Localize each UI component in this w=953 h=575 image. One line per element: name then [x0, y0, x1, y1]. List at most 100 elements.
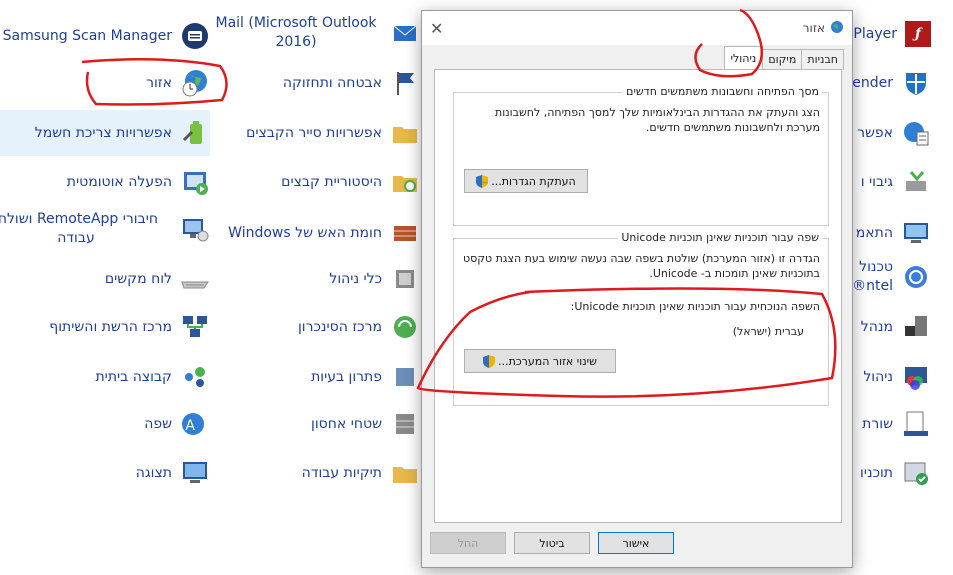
admin-tools-icon: [390, 264, 420, 294]
cp-item-label: קבוצה ביתית: [95, 368, 172, 385]
cp-item-label: שורת: [862, 415, 893, 432]
network-icon: [180, 312, 210, 342]
mail-icon: [390, 18, 420, 48]
cancel-button[interactable]: ביטול: [514, 532, 590, 554]
dialog-tabs: חבניות מיקום ניהולי: [723, 46, 844, 70]
cp-item-region[interactable]: אזור: [146, 68, 210, 98]
ok-button[interactable]: אישור: [598, 532, 674, 554]
cp-item-network-center[interactable]: מרכז הרשת והשיתוף: [49, 312, 210, 342]
internet-options-icon: [901, 118, 931, 148]
group-description: הגדרה זו (אזור המערכת) שולטת בשפה שבה נע…: [462, 252, 820, 280]
flag-icon: [390, 68, 420, 98]
cp-item-intel[interactable]: טכנול ntel®: [841, 258, 931, 296]
globe-clock-icon: [180, 68, 210, 98]
tab-formats[interactable]: חבניות: [801, 49, 844, 70]
cp-item-programs[interactable]: תוכניו: [860, 458, 931, 488]
svg-text:A: A: [185, 418, 195, 434]
cp-item-security-maintenance[interactable]: אבטחה ותחזוקה: [283, 68, 420, 98]
cp-item-label: היסטוריית קבצים: [281, 173, 382, 190]
backup-icon: [901, 167, 931, 197]
cp-item-sync-center[interactable]: מרכז הסינכרון: [298, 312, 420, 342]
cp-item-label: פתרון בעיות: [311, 368, 382, 385]
group-title: שפה עבור תוכניות שאינן תוכניות Unicode: [618, 231, 822, 244]
cp-item-keyboard[interactable]: לוח מקשים: [105, 264, 210, 294]
cp-item-folder-options[interactable]: אפשרויות סייר הקבצים: [246, 118, 420, 148]
cp-item-taskbar[interactable]: שורת: [862, 409, 931, 439]
cp-item-remoteapp[interactable]: חיבורי RemoteApp ושולחן עבודה: [0, 210, 210, 248]
dialog-title-text: אזור: [802, 21, 825, 35]
remoteapp-icon: [180, 214, 210, 244]
cp-item-internet-options[interactable]: אפשר: [857, 118, 931, 148]
troubleshoot-icon: [390, 362, 420, 392]
folder-options-icon: [390, 118, 420, 148]
taskbar-icon: [901, 409, 931, 439]
power-options-icon: [180, 118, 210, 148]
cp-item-label: תצוגה: [135, 464, 172, 481]
cp-item-storage-spaces[interactable]: שטחי אחסון: [311, 409, 420, 439]
cp-item-power-options[interactable]: אפשרויות צריכת חשמל: [35, 118, 210, 148]
cp-item-language[interactable]: A שפה: [144, 409, 210, 439]
cp-item-flash-player[interactable]: ƒ Player: [853, 21, 931, 47]
button-label: שינוי אזור המערכת...: [498, 354, 597, 368]
cp-item-mail[interactable]: Mail (Microsoft Outlook 2016): [210, 14, 420, 52]
sync-icon: [390, 312, 420, 342]
cp-item-label: אזור: [146, 74, 172, 91]
cp-item-label: Mail (Microsoft Outlook 2016): [215, 15, 377, 50]
file-history-icon: [390, 167, 420, 197]
cp-item-label: תיקיות עבודה: [301, 464, 382, 481]
cp-item-label: אפשרויות סייר הקבצים: [246, 124, 382, 141]
cp-item-personalization[interactable]: התאמ: [856, 218, 931, 248]
cp-item-label: אפשר: [857, 124, 893, 141]
cp-item-windows-firewall[interactable]: חומת האש של Windows: [228, 218, 420, 248]
tab-panel-administrative: מסך הפתיחה וחשבונות משתמשים חדשים הצג וה…: [434, 69, 842, 523]
uac-shield-icon: [476, 174, 489, 188]
cp-item-label: חיבורי RemoteApp ושולחן עבודה: [0, 211, 158, 246]
tab-administrative[interactable]: ניהולי: [723, 46, 764, 70]
cp-item-device-manager[interactable]: מנהל: [861, 312, 931, 342]
storage-icon: [390, 409, 420, 439]
cp-item-autoplay[interactable]: הפעלה אוטומטית: [67, 167, 210, 197]
intel-icon: [901, 262, 931, 292]
cp-item-label: אבטחה ותחזוקה: [282, 74, 382, 91]
dialog-title: אזור: [803, 20, 844, 37]
copy-settings-button[interactable]: העתקת הגדרות...: [464, 169, 588, 193]
autoplay-icon: [180, 167, 210, 197]
welcome-screen-group: מסך הפתיחה וחשבונות משתמשים חדשים הצג וה…: [453, 85, 829, 226]
unicode-language-group: שפה עבור תוכניות שאינן תוכניות Unicode ה…: [453, 231, 829, 406]
cp-item-label: מרכז הסינכרון: [297, 318, 382, 335]
scanner-icon: [180, 21, 210, 51]
display-icon: [180, 458, 210, 488]
cp-item-label: שטחי אחסון: [311, 415, 382, 432]
region-dialog: אזור ✕ חבניות מיקום ניהולי מסך הפתיחה וח…: [421, 10, 853, 568]
cp-item-admin-tools[interactable]: כלי ניהול: [329, 264, 420, 294]
cp-item-troubleshooting[interactable]: פתרון בעיות: [311, 362, 420, 392]
cp-item-samsung-scan-manager[interactable]: Samsung Scan Manager: [3, 21, 210, 51]
cp-item-file-history[interactable]: היסטוריית קבצים: [281, 167, 420, 197]
close-icon[interactable]: ✕: [430, 19, 443, 38]
cp-item-label: תוכניו: [860, 464, 893, 481]
personalize-icon: [901, 218, 931, 248]
current-language-value: עברית (ישראל): [732, 325, 804, 338]
flash-icon: ƒ: [905, 21, 931, 47]
keyboard-icon: [180, 264, 210, 294]
cp-item-homegroup[interactable]: קבוצה ביתית: [95, 362, 210, 392]
cp-item-label: מרכז הרשת והשיתוף: [49, 318, 172, 335]
cp-item-backup[interactable]: גיבוי ו: [861, 167, 931, 197]
cp-item-work-folders[interactable]: תיקיות עבודה: [302, 458, 420, 488]
cp-item-label: Samsung Scan Manager: [2, 27, 172, 44]
dialog-title-bar: אזור ✕: [422, 11, 852, 45]
button-label: העתקת הגדרות...: [491, 174, 576, 188]
cp-item-display[interactable]: תצוגה: [136, 458, 210, 488]
apply-button[interactable]: החל: [430, 532, 506, 554]
cp-item-label: כלי ניהול: [329, 270, 382, 287]
defender-icon: [901, 68, 931, 98]
cp-item-label: שפה: [144, 415, 172, 432]
cp-item-label: לוח מקשים: [104, 270, 172, 287]
color-management-icon: [901, 362, 931, 392]
change-system-locale-button[interactable]: שינוי אזור המערכת...: [464, 349, 616, 373]
cp-item-label: מנהל: [860, 318, 893, 335]
cp-item-defender[interactable]: ender: [852, 68, 931, 98]
device-manager-icon: [901, 312, 931, 342]
cp-item-color-management[interactable]: ניהול: [863, 362, 931, 392]
tab-location[interactable]: מיקום: [762, 49, 803, 70]
